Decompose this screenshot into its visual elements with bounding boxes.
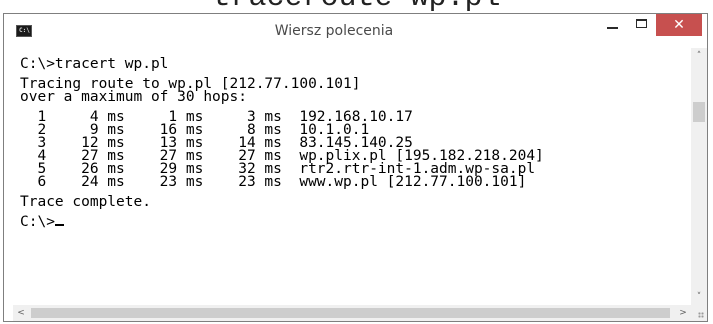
- command-prompt-window[interactable]: C:\ Wiersz polecenia ✕ C:\>tracert wp.pl…: [3, 13, 708, 322]
- console-line: C:\>tracert wp.pl: [20, 56, 169, 72]
- minimize-button[interactable]: [598, 14, 628, 36]
- scroll-down-icon[interactable]: ˅: [691, 289, 707, 305]
- console-line: Trace complete.: [20, 194, 151, 210]
- vertical-scrollbar[interactable]: ˄ ˅: [691, 48, 707, 305]
- console-line: over a maximum of 30 hops:: [20, 89, 247, 105]
- title-bar[interactable]: C:\ Wiersz polecenia ✕: [4, 14, 707, 48]
- vertical-scroll-thumb[interactable]: [693, 102, 705, 122]
- maximize-button[interactable]: [628, 14, 656, 36]
- window-border: [4, 48, 13, 321]
- console-line: 6 24 ms 23 ms 23 ms www.wp.pl [212.77.10…: [20, 174, 527, 190]
- scroll-left-icon[interactable]: <: [13, 305, 29, 321]
- horizontal-scrollbar[interactable]: < >: [13, 305, 691, 321]
- caption-text: traceroute wp.pl: [0, 0, 713, 13]
- console-text: C:\>tracert wp.pl Tracing route to wp.pl …: [13, 48, 690, 230]
- window-title: Wiersz polecenia: [274, 23, 394, 39]
- resize-grip[interactable]: [691, 305, 707, 321]
- minimize-icon: [607, 27, 618, 29]
- console-output[interactable]: C:\>tracert wp.pl Tracing route to wp.pl …: [13, 48, 690, 305]
- close-button[interactable]: ✕: [656, 14, 702, 36]
- text-cursor: [54, 224, 64, 226]
- scroll-right-icon[interactable]: >: [675, 305, 691, 321]
- horizontal-scroll-thumb[interactable]: [31, 308, 670, 318]
- scroll-up-icon[interactable]: ˄: [691, 48, 707, 64]
- close-icon: ✕: [673, 17, 685, 33]
- console-line: C:\>: [20, 215, 690, 229]
- maximize-icon: [636, 19, 647, 28]
- resize-grip-icon: [698, 312, 704, 318]
